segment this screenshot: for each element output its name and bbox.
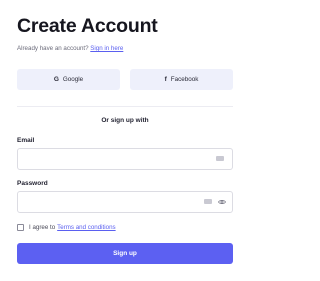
email-field[interactable] bbox=[18, 151, 210, 170]
password-label: Password bbox=[17, 180, 48, 187]
facebook-label: Facebook bbox=[170, 76, 199, 83]
keyboard-icon[interactable] bbox=[216, 156, 224, 161]
facebook-button[interactable]: f Facebook bbox=[130, 69, 233, 90]
terms-checkbox[interactable] bbox=[17, 224, 24, 231]
terms-link[interactable]: Terms and conditions bbox=[57, 224, 115, 231]
eye-icon[interactable] bbox=[218, 198, 226, 206]
email-field-wrapper bbox=[17, 148, 233, 170]
signup-button[interactable]: Sign up bbox=[17, 243, 233, 264]
signin-link[interactable]: Sign in here bbox=[90, 45, 123, 52]
terms-row: I agree to Terms and conditions bbox=[17, 224, 116, 231]
facebook-icon: f bbox=[164, 76, 167, 83]
google-label: Google bbox=[62, 76, 84, 83]
signin-prompt: Already have an account? bbox=[17, 45, 89, 52]
google-icon: G bbox=[53, 76, 59, 83]
signin-prompt-row: Already have an account? Sign in here bbox=[17, 45, 123, 52]
email-label: Email bbox=[17, 137, 35, 144]
password-field-wrapper bbox=[17, 191, 233, 213]
or-signup-text: Or sign up with bbox=[101, 117, 149, 124]
keyboard-icon[interactable] bbox=[204, 199, 212, 204]
divider bbox=[17, 106, 233, 107]
page-title: Create Account bbox=[17, 15, 158, 37]
password-field[interactable] bbox=[18, 194, 210, 213]
terms-prefix: I agree to bbox=[29, 224, 56, 231]
google-button[interactable]: G Google bbox=[17, 69, 120, 90]
